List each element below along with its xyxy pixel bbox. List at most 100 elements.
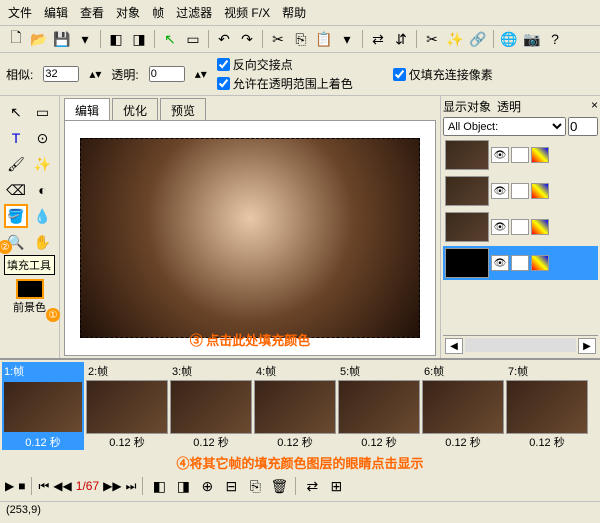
grad-icon[interactable] — [531, 219, 549, 235]
layer-row[interactable]: 👁 — [443, 174, 598, 208]
pointer-tool-icon[interactable]: ↖ — [4, 100, 28, 124]
brush-tool-icon[interactable]: 🖌 — [4, 152, 28, 176]
undo-icon[interactable]: ↶ — [214, 29, 234, 49]
redo-icon[interactable]: ↷ — [237, 29, 257, 49]
grad-icon[interactable] — [531, 147, 549, 163]
eye-icon[interactable]: 👁 — [491, 147, 509, 163]
tl-btn[interactable]: ⊕ — [197, 476, 217, 496]
view-tabs: 编辑 优化 预览 — [60, 96, 440, 120]
frame-2[interactable]: 2:帧0.12 秒 — [86, 362, 168, 450]
main-body: ↖ ▭ T ⊙ 🖌 ✨ ⌫ ◐ 🪣 💧 🔍 ✋ 填充工具 前景色 ② ① 编辑 … — [0, 96, 600, 358]
savedd-icon[interactable]: ▾ — [75, 29, 95, 49]
fill-tool-icon[interactable]: 🪣 — [4, 204, 28, 228]
menu-edit[interactable]: 编辑 — [44, 4, 68, 21]
eye-icon[interactable]: 👁 — [491, 219, 509, 235]
layer-scroll[interactable] — [465, 338, 576, 352]
flip-icon[interactable]: ⇄ — [368, 29, 388, 49]
updown-icon[interactable]: ▴▾ — [195, 67, 207, 81]
foreground-swatch[interactable] — [16, 279, 44, 299]
arrow-icon[interactable]: ↖ — [160, 29, 180, 49]
copy-icon[interactable]: ⎘ — [291, 29, 311, 49]
tl-btn[interactable]: 🗑 — [269, 476, 289, 496]
menu-filter[interactable]: 过滤器 — [176, 4, 212, 21]
menu-view[interactable]: 查看 — [80, 4, 104, 21]
wand-tool-icon[interactable]: ✨ — [31, 152, 55, 176]
play-icon[interactable]: ▶ — [5, 479, 14, 493]
menu-help[interactable]: 帮助 — [282, 4, 306, 21]
colorrep-tool-icon[interactable]: ◐ — [31, 178, 55, 202]
frame-1[interactable]: 1:帧0.12 秒 — [2, 362, 84, 450]
options-bar: 相似: ▴▾ 透明: ▴▾ 反向交接点 允许在透明范围上着色 仅填充连接像素 — [0, 53, 600, 96]
tab-edit[interactable]: 编辑 — [64, 98, 110, 120]
frame-3[interactable]: 3:帧0.12 秒 — [170, 362, 252, 450]
toola-icon[interactable]: ◧ — [106, 29, 126, 49]
panel-btn[interactable]: ◀ — [445, 338, 463, 354]
eyedrop-tool-icon[interactable]: 💧 — [31, 204, 55, 228]
frame-6[interactable]: 6:帧0.12 秒 — [422, 362, 504, 450]
tl-btn[interactable]: ◨ — [173, 476, 193, 496]
layer-row[interactable]: 👁 — [443, 138, 598, 172]
open-icon[interactable]: 📂 — [29, 29, 49, 49]
layer-row-active[interactable]: 👁 — [443, 246, 598, 280]
layer-row[interactable]: 👁 — [443, 210, 598, 244]
tl-btn[interactable]: ⊞ — [326, 476, 346, 496]
panel-btn[interactable]: ▶ — [578, 338, 596, 354]
eye-icon[interactable]: 👁 — [491, 255, 509, 271]
save-icon[interactable]: 💾 — [52, 29, 72, 49]
select-icon[interactable]: ▭ — [183, 29, 203, 49]
layer-btn[interactable] — [511, 255, 529, 271]
similarity-input[interactable] — [43, 66, 79, 82]
grad-icon[interactable] — [531, 183, 549, 199]
object-select[interactable]: All Object: — [443, 117, 566, 136]
pastedd-icon[interactable]: ▾ — [337, 29, 357, 49]
frame-5[interactable]: 5:帧0.12 秒 — [338, 362, 420, 450]
menu-frame[interactable]: 帧 — [152, 4, 164, 21]
updown-icon[interactable]: ▴▾ — [89, 67, 101, 81]
cut-icon[interactable]: ✂ — [268, 29, 288, 49]
prev-icon[interactable]: ◀◀ — [53, 479, 71, 493]
trans-spin[interactable] — [568, 117, 598, 136]
help-icon[interactable]: ? — [545, 29, 565, 49]
fillonly-check[interactable] — [393, 68, 406, 81]
marquee-tool-icon[interactable]: ▭ — [31, 100, 55, 124]
first-icon[interactable]: ⏮ — [38, 479, 49, 494]
paste-icon[interactable]: 📋 — [314, 29, 334, 49]
hand-tool-icon[interactable]: ✋ — [31, 230, 55, 254]
eye-icon[interactable]: 👁 — [491, 183, 509, 199]
new-icon[interactable]: 🗋 — [6, 29, 26, 49]
tl-btn[interactable]: ⎘ — [245, 476, 265, 496]
lasso-tool-icon[interactable]: ⊙ — [31, 126, 55, 150]
frame-7[interactable]: 7:帧0.12 秒 — [506, 362, 588, 450]
layer-btn[interactable] — [511, 183, 529, 199]
reverse-check[interactable] — [217, 58, 230, 71]
tl-btn[interactable]: ⇄ — [302, 476, 322, 496]
tl-btn[interactable]: ◧ — [149, 476, 169, 496]
tab-preview[interactable]: 预览 — [160, 98, 206, 120]
toolb-icon[interactable]: ◨ — [129, 29, 149, 49]
tl-btn[interactable]: ⊟ — [221, 476, 241, 496]
grad-icon[interactable] — [531, 255, 549, 271]
menu-file[interactable]: 文件 — [8, 4, 32, 21]
stop-icon[interactable]: ■ — [18, 479, 25, 493]
last-icon[interactable]: ⏭ — [126, 479, 137, 494]
close-icon[interactable]: × — [591, 98, 598, 115]
layer-btn[interactable] — [511, 219, 529, 235]
text-tool-icon[interactable]: T — [4, 126, 28, 150]
cam-icon[interactable]: 📷 — [522, 29, 542, 49]
web-icon[interactable]: 🌐 — [499, 29, 519, 49]
crop-icon[interactable]: ✂ — [422, 29, 442, 49]
menu-videofx[interactable]: 视频 F/X — [224, 4, 270, 21]
eraser-tool-icon[interactable]: ⌫ — [4, 178, 28, 202]
layer-btn[interactable] — [511, 147, 529, 163]
frame-strip: 1:帧0.12 秒 2:帧0.12 秒 3:帧0.12 秒 4:帧0.12 秒 … — [2, 362, 598, 452]
canvas[interactable] — [80, 138, 420, 338]
next-icon[interactable]: ▶▶ — [103, 479, 121, 493]
menu-object[interactable]: 对象 — [116, 4, 140, 21]
allowtrans-check[interactable] — [217, 77, 230, 90]
link-icon[interactable]: 🔗 — [468, 29, 488, 49]
tab-optimize[interactable]: 优化 — [112, 98, 158, 120]
wand-icon[interactable]: ✨ — [445, 29, 465, 49]
transparent-input[interactable] — [149, 66, 185, 82]
frame-4[interactable]: 4:帧0.12 秒 — [254, 362, 336, 450]
flip2-icon[interactable]: ⇵ — [391, 29, 411, 49]
